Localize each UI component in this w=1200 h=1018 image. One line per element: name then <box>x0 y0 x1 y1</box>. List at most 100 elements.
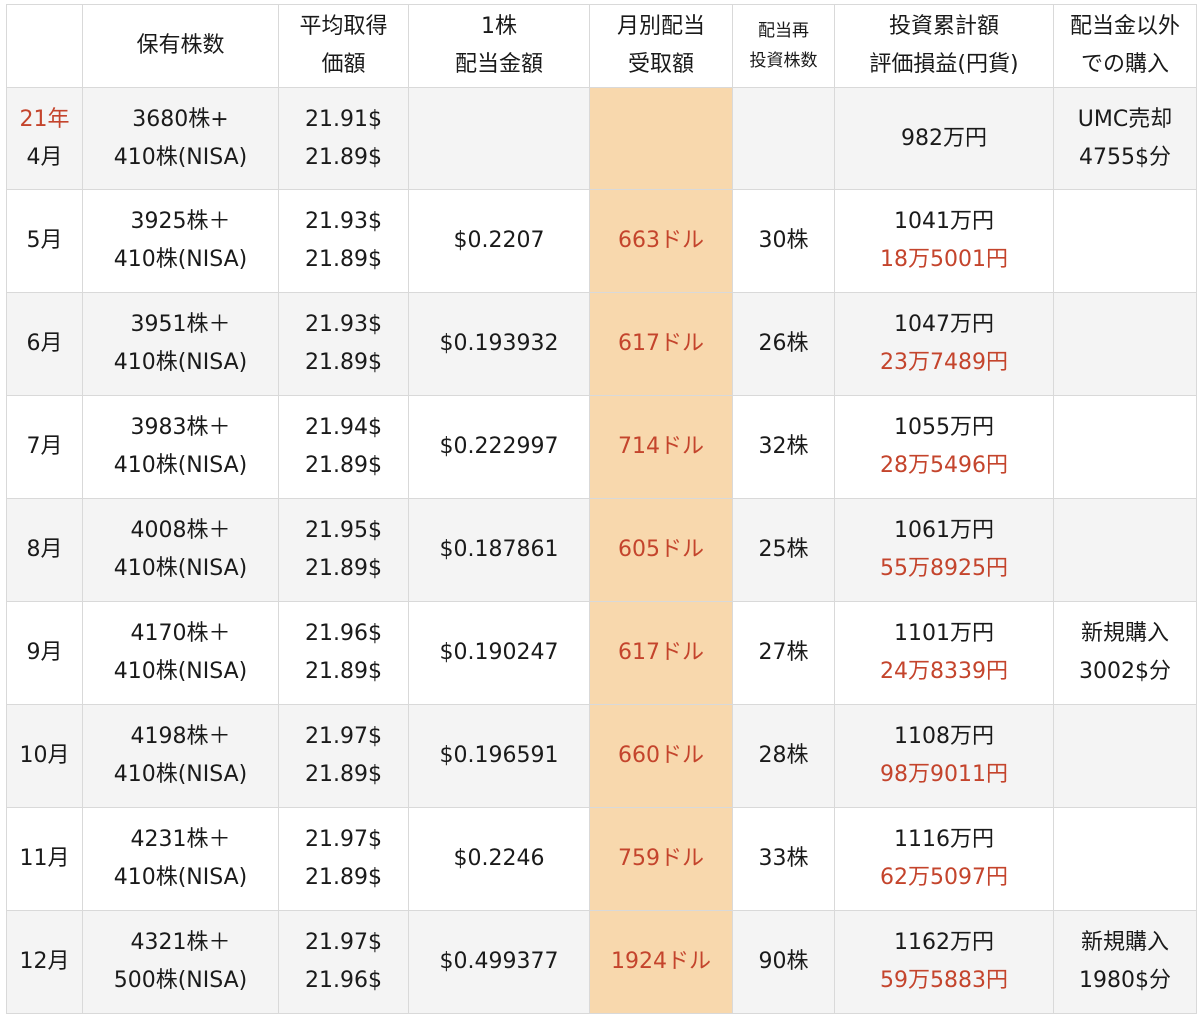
month-cell: 5月 <box>6 189 83 293</box>
shares-cell: 3951株＋ 410株(NISA) <box>82 292 279 396</box>
shares-taxable: 4008株＋ <box>130 518 231 543</box>
avg-cost-nisa: 21.96$ <box>305 968 382 993</box>
reinvested-shares-cell: 90株 <box>732 910 835 1014</box>
avg-cost-nisa: 21.89$ <box>305 247 382 272</box>
avg-cost-nisa: 21.89$ <box>305 762 382 787</box>
dividend-per-share-cell: $0.222997 <box>408 395 590 499</box>
avg-cost-cell: 21.95$ 21.89$ <box>278 498 409 602</box>
monthly-dividend-cell: 617ドル <box>589 601 733 705</box>
dividend-table: 保有株数 平均取得 価額 1株 配当金額 月別配当 受取額 配当再 投資株数 投資累計額… <box>6 4 1197 1014</box>
shares-taxable: 3680株+ <box>132 106 229 132</box>
monthly-dividend-cell: 663ドル <box>589 189 733 293</box>
dividend-per-share-cell: $0.2246 <box>408 807 590 911</box>
shares-nisa: 500株(NISA) <box>113 968 248 993</box>
other-purchase-amount: 4755$分 <box>1079 144 1171 170</box>
month-cell: 8月 <box>6 498 83 602</box>
shares-cell: 4321株＋ 500株(NISA) <box>82 910 279 1014</box>
header-month <box>6 4 83 88</box>
dividend-per-share-cell <box>408 87 590 190</box>
month-cell: 21年 4月 <box>6 87 83 190</box>
shares-nisa: 410株(NISA) <box>113 659 248 684</box>
shares-nisa: 410株(NISA) <box>113 453 248 478</box>
unrealized-gain: 98万9011円 <box>880 762 1008 787</box>
monthly-dividend-cell: 1924ドル <box>589 910 733 1014</box>
dividend-per-share-cell: $0.187861 <box>408 498 590 602</box>
investment-total: 1047万円 <box>894 312 994 337</box>
avg-cost-nisa: 21.89$ <box>305 659 382 684</box>
investment-total: 1055万円 <box>894 415 994 440</box>
reinvested-shares-cell: 33株 <box>732 807 835 911</box>
table-row: 11月 4231株＋ 410株(NISA) 21.97$ 21.89$ $0.2246 75… <box>6 807 1197 911</box>
investment-total: 1108万円 <box>894 724 994 749</box>
avg-cost-nisa: 21.89$ <box>305 350 382 375</box>
investment-total-cell: 982万円 <box>834 87 1054 190</box>
header-dividend-per-share: 1株 配当金額 <box>408 4 590 88</box>
month-cell: 9月 <box>6 601 83 705</box>
shares-taxable: 3983株＋ <box>130 415 231 440</box>
other-purchase-cell: 新規購入 1980$分 <box>1053 910 1197 1014</box>
shares-cell: 4231株＋ 410株(NISA) <box>82 807 279 911</box>
avg-cost-taxable: 21.96$ <box>305 621 382 646</box>
unrealized-gain: 55万8925円 <box>880 556 1008 581</box>
monthly-dividend-cell: 617ドル <box>589 292 733 396</box>
shares-cell: 3680株+ 410株(NISA) <box>82 87 279 190</box>
investment-total: 982万円 <box>901 125 987 151</box>
shares-nisa: 410株(NISA) <box>113 247 248 272</box>
avg-cost-cell: 21.93$ 21.89$ <box>278 292 409 396</box>
unrealized-gain: 28万5496円 <box>880 453 1008 478</box>
header-other-purchase: 配当金以外 での購入 <box>1053 4 1197 88</box>
dividend-per-share-cell: $0.196591 <box>408 704 590 808</box>
reinvested-shares-cell: 30株 <box>732 189 835 293</box>
header-investment-total: 投資累計額 評価損益(円貨) <box>834 4 1054 88</box>
unrealized-gain: 18万5001円 <box>880 247 1008 272</box>
shares-cell: 3983株＋ 410株(NISA) <box>82 395 279 499</box>
monthly-dividend-cell: 660ドル <box>589 704 733 808</box>
table-row: 5月 3925株＋ 410株(NISA) 21.93$ 21.89$ $0.2207 663… <box>6 189 1197 293</box>
other-purchase-cell <box>1053 292 1197 396</box>
shares-taxable: 3925株＋ <box>130 209 231 234</box>
shares-nisa: 410株(NISA) <box>113 762 248 787</box>
month-cell: 11月 <box>6 807 83 911</box>
shares-cell: 4198株＋ 410株(NISA) <box>82 704 279 808</box>
reinvested-shares-cell <box>732 87 835 190</box>
shares-cell: 3925株＋ 410株(NISA) <box>82 189 279 293</box>
shares-taxable: 4198株＋ <box>130 724 231 749</box>
investment-total: 1041万円 <box>894 209 994 234</box>
avg-cost-cell: 21.97$ 21.96$ <box>278 910 409 1014</box>
avg-cost-cell: 21.97$ 21.89$ <box>278 704 409 808</box>
avg-cost-taxable: 21.91$ <box>305 106 382 132</box>
table-row: 7月 3983株＋ 410株(NISA) 21.94$ 21.89$ $0.222997 7… <box>6 395 1197 499</box>
dividend-per-share-cell: $0.193932 <box>408 292 590 396</box>
avg-cost-cell: 21.94$ 21.89$ <box>278 395 409 499</box>
header-monthly-dividend: 月別配当 受取額 <box>589 4 733 88</box>
unrealized-gain: 23万7489円 <box>880 350 1008 375</box>
shares-nisa: 410株(NISA) <box>113 350 248 375</box>
other-purchase-label: UMC売却 <box>1077 106 1173 132</box>
year-label: 21年 <box>19 106 70 132</box>
unrealized-gain: 24万8339円 <box>880 659 1008 684</box>
dividend-per-share-cell: $0.190247 <box>408 601 590 705</box>
shares-nisa: 410株(NISA) <box>113 865 248 890</box>
other-purchase-amount: 3002$分 <box>1079 659 1171 684</box>
other-purchase-cell: UMC売却 4755$分 <box>1053 87 1197 190</box>
avg-cost-taxable: 21.97$ <box>305 930 382 955</box>
investment-total-cell: 1061万円 55万8925円 <box>834 498 1054 602</box>
avg-cost-nisa: 21.89$ <box>305 453 382 478</box>
unrealized-gain: 59万5883円 <box>880 968 1008 993</box>
shares-nisa: 410株(NISA) <box>113 144 248 170</box>
avg-cost-cell: 21.97$ 21.89$ <box>278 807 409 911</box>
other-purchase-cell <box>1053 704 1197 808</box>
unrealized-gain: 62万5097円 <box>880 865 1008 890</box>
monthly-dividend-cell <box>589 87 733 190</box>
table-row: 8月 4008株＋ 410株(NISA) 21.95$ 21.89$ $0.187861 6… <box>6 498 1197 602</box>
investment-total-cell: 1047万円 23万7489円 <box>834 292 1054 396</box>
investment-total-cell: 1162万円 59万5883円 <box>834 910 1054 1014</box>
table-row: 12月 4321株＋ 500株(NISA) 21.97$ 21.96$ $0.499377… <box>6 910 1197 1014</box>
avg-cost-cell: 21.93$ 21.89$ <box>278 189 409 293</box>
investment-total: 1101万円 <box>894 621 994 646</box>
reinvested-shares-cell: 25株 <box>732 498 835 602</box>
other-purchase-label: 新規購入 <box>1080 621 1169 646</box>
table-body: 21年 4月 3680株+ 410株(NISA) 21.91$ 21.89$ 982万… <box>6 87 1197 1014</box>
investment-total-cell: 1041万円 18万5001円 <box>834 189 1054 293</box>
shares-cell: 4008株＋ 410株(NISA) <box>82 498 279 602</box>
